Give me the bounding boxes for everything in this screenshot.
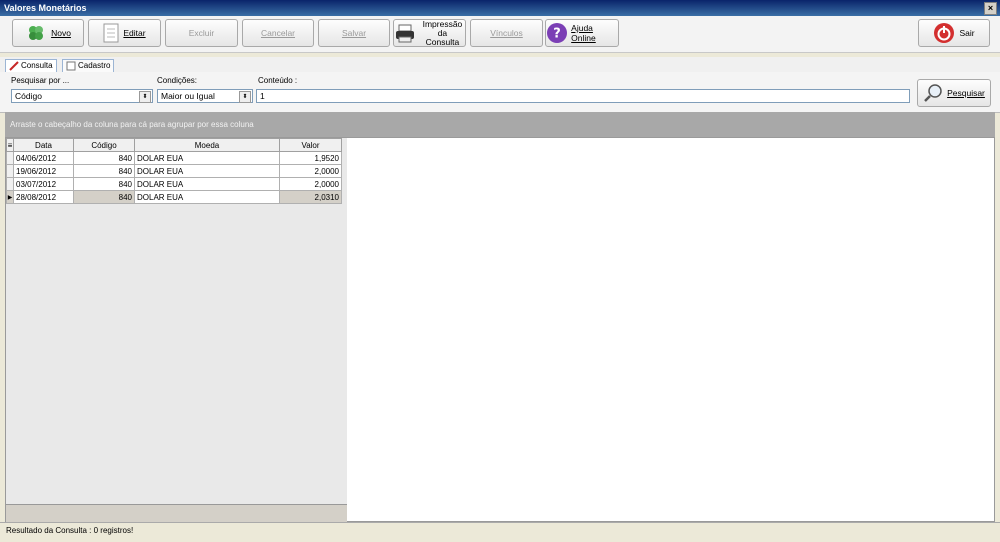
cell-codigo[interactable]: 840 bbox=[73, 190, 135, 204]
cell-moeda[interactable]: DOLAR EUA bbox=[134, 164, 280, 178]
excluir-label: Excluir bbox=[188, 28, 215, 38]
vinculos-label: Vínculos bbox=[490, 28, 523, 38]
ajuda-label: Ajuda Online bbox=[571, 23, 596, 43]
cell-valor[interactable]: 2,0310 bbox=[279, 190, 342, 204]
group-by-area[interactable]: Arraste o cabeçalho da coluna para cá pa… bbox=[5, 112, 995, 137]
svg-text:?: ? bbox=[553, 27, 561, 42]
page-icon bbox=[66, 61, 76, 71]
cell-codigo[interactable]: 840 bbox=[73, 164, 135, 178]
column-header-valor[interactable]: Valor bbox=[279, 138, 342, 152]
excluir-button[interactable]: Excluir bbox=[165, 19, 238, 47]
help-icon: ? bbox=[547, 23, 567, 43]
row-indicator bbox=[6, 151, 14, 165]
results-grid: ≡ Data Código Moeda Valor 04/06/2012 840… bbox=[5, 137, 995, 522]
conteudo-input[interactable]: 1 bbox=[256, 89, 910, 103]
cell-codigo[interactable]: 840 bbox=[73, 151, 135, 165]
toolbar: Novo Editar Excluir Cancelar Salvar Impr… bbox=[0, 16, 1000, 53]
pesquisar-label: Pesquisar bbox=[947, 88, 985, 98]
clover-icon bbox=[29, 26, 44, 40]
cancelar-button[interactable]: Cancelar bbox=[242, 19, 314, 47]
table-row[interactable]: 19/06/2012 840 DOLAR EUA 2,0000 bbox=[6, 164, 342, 178]
column-header-moeda[interactable]: Moeda bbox=[134, 138, 280, 152]
tab-cadastro[interactable]: Cadastro bbox=[62, 59, 115, 72]
cell-data[interactable]: 03/07/2012 bbox=[13, 177, 74, 191]
window-title: Valores Monetários bbox=[4, 3, 87, 13]
pesquisar-button[interactable]: Pesquisar bbox=[917, 79, 991, 107]
chevron-down-icon[interactable]: ⬍ bbox=[139, 91, 151, 103]
close-window-button[interactable]: × bbox=[984, 2, 997, 15]
title-bar: Valores Monetários × bbox=[0, 0, 1000, 16]
table-row[interactable]: 03/07/2012 840 DOLAR EUA 2,0000 bbox=[6, 177, 342, 191]
table-row-selected[interactable]: ▶ 28/08/2012 840 DOLAR EUA 2,0310 bbox=[6, 190, 342, 204]
horizontal-scrollbar[interactable] bbox=[6, 504, 347, 522]
status-bar: Resultado da Consulta : 0 registros! bbox=[0, 522, 1000, 542]
row-indicator bbox=[6, 164, 14, 178]
novo-label: Novo bbox=[51, 28, 71, 38]
current-row-arrow-icon: ▶ bbox=[6, 190, 14, 204]
row-indicator bbox=[6, 177, 14, 191]
tab-cadastro-label: Cadastro bbox=[78, 61, 111, 70]
conteudo-value: 1 bbox=[260, 91, 265, 101]
tab-consulta-label: Consulta bbox=[21, 61, 53, 70]
cell-moeda[interactable]: DOLAR EUA bbox=[134, 190, 280, 204]
condicoes-select[interactable]: Maior ou Igual ⬍ bbox=[157, 89, 253, 103]
cell-moeda[interactable]: DOLAR EUA bbox=[134, 151, 280, 165]
pencil-icon bbox=[9, 61, 19, 71]
editar-button[interactable]: Editar bbox=[88, 19, 161, 47]
impressao-label: Impressão da Consulta bbox=[420, 19, 465, 47]
cell-valor[interactable]: 1,9520 bbox=[279, 151, 342, 165]
tab-consulta[interactable]: Consulta bbox=[5, 59, 57, 72]
pesquisar-por-select[interactable]: Código ⬍ bbox=[11, 89, 153, 103]
conteudo-label: Conteúdo : bbox=[258, 76, 298, 85]
power-icon bbox=[934, 23, 955, 43]
condicoes-label: Condições: bbox=[157, 76, 198, 85]
sair-button[interactable]: Sair bbox=[918, 19, 990, 47]
cell-moeda[interactable]: DOLAR EUA bbox=[134, 177, 280, 191]
vinculos-button[interactable]: Vínculos bbox=[470, 19, 543, 47]
salvar-button[interactable]: Salvar bbox=[318, 19, 390, 47]
cell-valor[interactable]: 2,0000 bbox=[279, 164, 342, 178]
cell-data[interactable]: 19/06/2012 bbox=[13, 164, 74, 178]
header-row: ≡ Data Código Moeda Valor bbox=[6, 138, 342, 152]
document-icon bbox=[103, 23, 119, 43]
editar-label: Editar bbox=[123, 28, 146, 38]
impressao-label-line2: da Consulta bbox=[425, 27, 460, 47]
column-header-data[interactable]: Data bbox=[13, 138, 74, 152]
pesquisar-por-label: Pesquisar por ... bbox=[11, 76, 70, 85]
results-table: ≡ Data Código Moeda Valor 04/06/2012 840… bbox=[6, 138, 342, 204]
column-chooser-icon[interactable]: ≡ bbox=[6, 138, 14, 152]
cell-data[interactable]: 04/06/2012 bbox=[13, 151, 74, 165]
cell-codigo[interactable]: 840 bbox=[73, 177, 135, 191]
salvar-label: Salvar bbox=[341, 28, 367, 38]
cell-valor[interactable]: 2,0000 bbox=[279, 177, 342, 191]
ajuda-online-button[interactable]: ? Ajuda Online bbox=[545, 19, 619, 47]
column-header-codigo[interactable]: Código bbox=[73, 138, 135, 152]
cell-data[interactable]: 28/08/2012 bbox=[13, 190, 74, 204]
sair-label: Sair bbox=[959, 28, 975, 38]
search-panel: Pesquisar por ... Código ⬍ Condições: Ma… bbox=[0, 72, 1000, 113]
printer-icon bbox=[396, 24, 414, 43]
pesquisar-por-value: Código bbox=[15, 91, 42, 101]
table-row[interactable]: 04/06/2012 840 DOLAR EUA 1,9520 bbox=[6, 151, 342, 165]
magnifier-icon bbox=[924, 84, 942, 102]
novo-button[interactable]: Novo bbox=[12, 19, 84, 47]
chevron-down-icon[interactable]: ⬍ bbox=[239, 91, 251, 103]
impressao-button[interactable]: Impressão da Consulta bbox=[393, 19, 466, 47]
cancelar-label: Cancelar bbox=[260, 28, 296, 38]
tab-strip: Consulta Cadastro bbox=[0, 57, 1000, 73]
condicoes-value: Maior ou Igual bbox=[161, 91, 215, 101]
